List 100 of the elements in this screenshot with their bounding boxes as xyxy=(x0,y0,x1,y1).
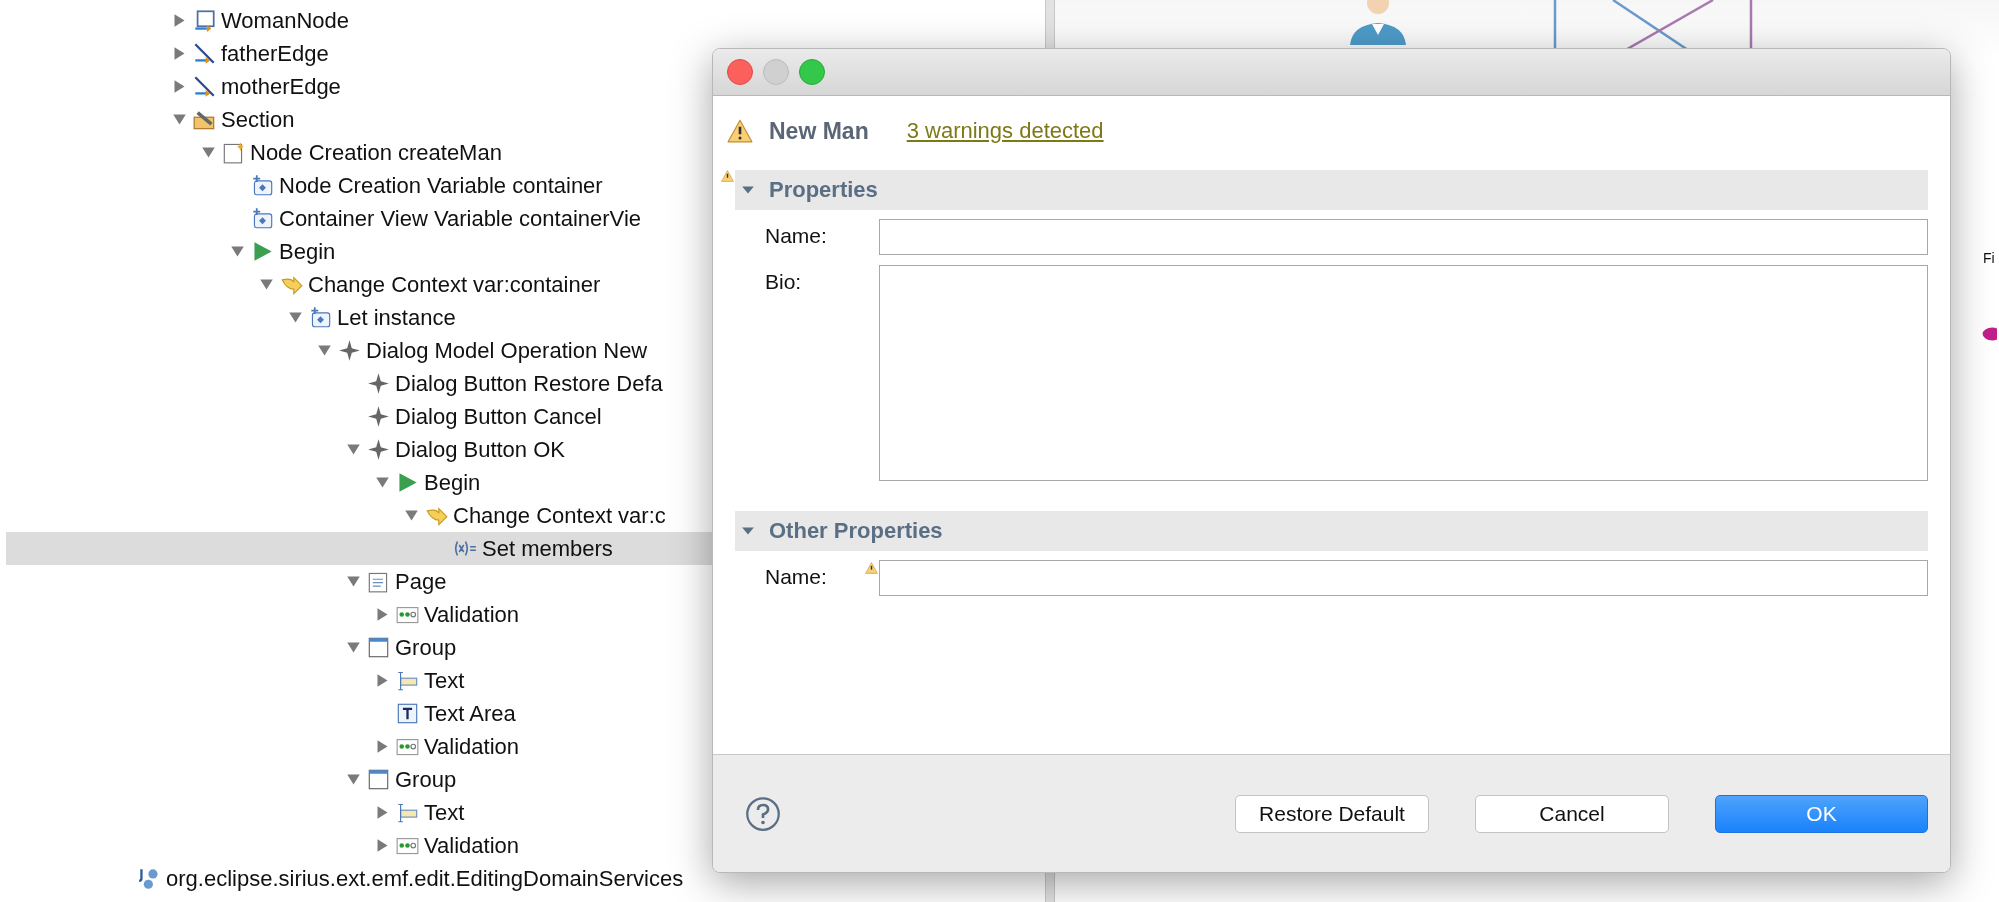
tree-item-label: Dialog Model Operation New xyxy=(366,337,648,364)
context-icon xyxy=(425,504,448,527)
field-label: Bio: xyxy=(765,269,803,295)
dialog-icon xyxy=(367,372,390,395)
expand-arrow-icon[interactable] xyxy=(375,739,390,754)
collapse-arrow-icon[interactable] xyxy=(288,310,303,325)
tree-item-label: Section xyxy=(221,106,295,133)
edge-icon xyxy=(193,42,216,65)
tree-row[interactable]: Dialog Model Operation New xyxy=(6,334,1045,367)
collapse-arrow-icon[interactable] xyxy=(404,508,419,523)
tree-row[interactable]: Group xyxy=(6,763,1045,796)
variable-icon xyxy=(251,174,274,197)
collapse-arrow-icon[interactable] xyxy=(346,574,361,589)
tree-item-label: Set members xyxy=(482,535,613,562)
tree-item-label: Dialog Button Restore Defa xyxy=(395,370,663,397)
tree-row[interactable]: Text xyxy=(6,796,1045,829)
tree-item-label: Begin xyxy=(424,469,481,496)
tree-row[interactable]: Dialog Button Cancel xyxy=(6,400,1045,433)
collapse-arrow-icon[interactable] xyxy=(375,475,390,490)
collapse-arrow-icon[interactable] xyxy=(172,112,187,127)
tree-item-label: WomanNode xyxy=(221,7,349,34)
tree-row[interactable]: Let instance xyxy=(6,301,1045,334)
creation-icon xyxy=(222,141,245,164)
expand-arrow-icon[interactable] xyxy=(172,46,187,61)
page-icon xyxy=(367,570,390,593)
tree-item-label: Dialog Button Cancel xyxy=(395,403,602,430)
tree-item-label: Validation xyxy=(424,733,519,760)
tree-row[interactable]: Dialog Button OK xyxy=(6,433,1045,466)
expand-arrow-icon[interactable] xyxy=(375,838,390,853)
tree-item-label: Container View Variable containerVie xyxy=(279,205,641,232)
tree-item-label: Begin xyxy=(279,238,336,265)
context-icon xyxy=(280,273,303,296)
collapse-arrow-icon[interactable] xyxy=(259,277,274,292)
tree-item-label: Change Context var:container xyxy=(308,271,601,298)
tree-item-label: Validation xyxy=(424,832,519,859)
collapse-arrow-icon[interactable] xyxy=(230,244,245,259)
expand-arrow-icon[interactable] xyxy=(375,607,390,622)
tree-row[interactable]: Begin xyxy=(6,466,1045,499)
close-button[interactable] xyxy=(727,59,753,85)
collapse-arrow-icon[interactable] xyxy=(346,772,361,787)
dialog-button[interactable]: Restore Default xyxy=(1235,794,1429,833)
tree-item-label: Dialog Button OK xyxy=(395,436,565,463)
tree-row[interactable]: Validation xyxy=(6,730,1045,763)
text-icon xyxy=(396,669,419,692)
tree-row[interactable]: Text xyxy=(6,664,1045,697)
let-icon xyxy=(309,306,332,329)
tree-row[interactable]: fatherEdge xyxy=(6,37,1045,70)
zoom-button[interactable] xyxy=(799,59,825,85)
collapse-arrow-icon[interactable] xyxy=(201,145,216,160)
shape-icon xyxy=(1981,326,1997,342)
tree-item-label: Node Creation Variable container xyxy=(279,172,603,199)
tree-item-label: Group xyxy=(395,634,457,661)
warning-icon xyxy=(727,119,753,143)
tree-row[interactable]: WomanNode xyxy=(6,4,1045,37)
tree-row[interactable]: Text Area xyxy=(6,697,1045,730)
tree-row[interactable]: Validation xyxy=(6,598,1045,631)
node-icon xyxy=(193,9,216,32)
tree-row[interactable]: org.eclipse.sirius.ext.emf.edit.EditingDomainServices xyxy=(6,862,1045,895)
tree-item-label: Change Context var:c xyxy=(453,502,666,529)
field-label: Name: xyxy=(765,223,828,249)
tree-row[interactable]: motherEdge xyxy=(6,70,1045,103)
tree-item-label: org.eclipse.sirius.ext.emf.edit.EditingDomainServices xyxy=(166,865,684,892)
edge-icon xyxy=(193,75,216,98)
expand-arrow-icon[interactable] xyxy=(375,673,390,688)
section-header[interactable]: Properties xyxy=(735,170,1928,210)
group-icon xyxy=(367,768,390,791)
tree-item-label: Page xyxy=(395,568,447,595)
section-header[interactable]: Other Properties xyxy=(735,511,1928,551)
collapse-arrow-icon[interactable] xyxy=(346,442,361,457)
tree-item-label: Text xyxy=(424,667,465,694)
tree-item-label: Text Area xyxy=(424,700,516,727)
begin-icon xyxy=(251,240,274,263)
dialog-icon xyxy=(338,339,361,362)
tree-row[interactable]: Group xyxy=(6,631,1045,664)
expand-arrow-icon[interactable] xyxy=(375,805,390,820)
expand-arrow-icon[interactable] xyxy=(172,13,187,28)
collapse-arrow-icon[interactable] xyxy=(346,640,361,655)
dialog-heading: New Man xyxy=(769,117,869,145)
help-icon[interactable] xyxy=(745,795,781,832)
name-input-field[interactable] xyxy=(879,219,1928,255)
warnings-link[interactable]: 3 warnings detected xyxy=(906,118,1104,144)
group-icon xyxy=(367,636,390,659)
tree-item-label: Node Creation createMan xyxy=(250,139,502,166)
dialog-button[interactable]: Cancel xyxy=(1475,794,1669,833)
variable-icon xyxy=(251,207,274,230)
tree-item-label: Text xyxy=(424,799,465,826)
tree-item-label: Group xyxy=(395,766,457,793)
text-icon xyxy=(396,801,419,824)
tree-item-label: Let instance xyxy=(337,304,456,331)
tree-item-label: fatherEdge xyxy=(221,40,329,67)
begin-icon xyxy=(396,471,419,494)
tree-item-label: motherEdge xyxy=(221,73,341,100)
collapse-arrow-icon[interactable] xyxy=(317,343,332,358)
textarea-icon xyxy=(396,702,419,725)
tree-row[interactable]: Validation xyxy=(6,829,1045,862)
dialog-icon xyxy=(367,438,390,461)
name-input-field[interactable] xyxy=(879,560,1928,596)
dialog-icon xyxy=(367,405,390,428)
expand-arrow-icon[interactable] xyxy=(172,79,187,94)
tree-row[interactable]: Dialog Button Restore Defa xyxy=(6,367,1045,400)
